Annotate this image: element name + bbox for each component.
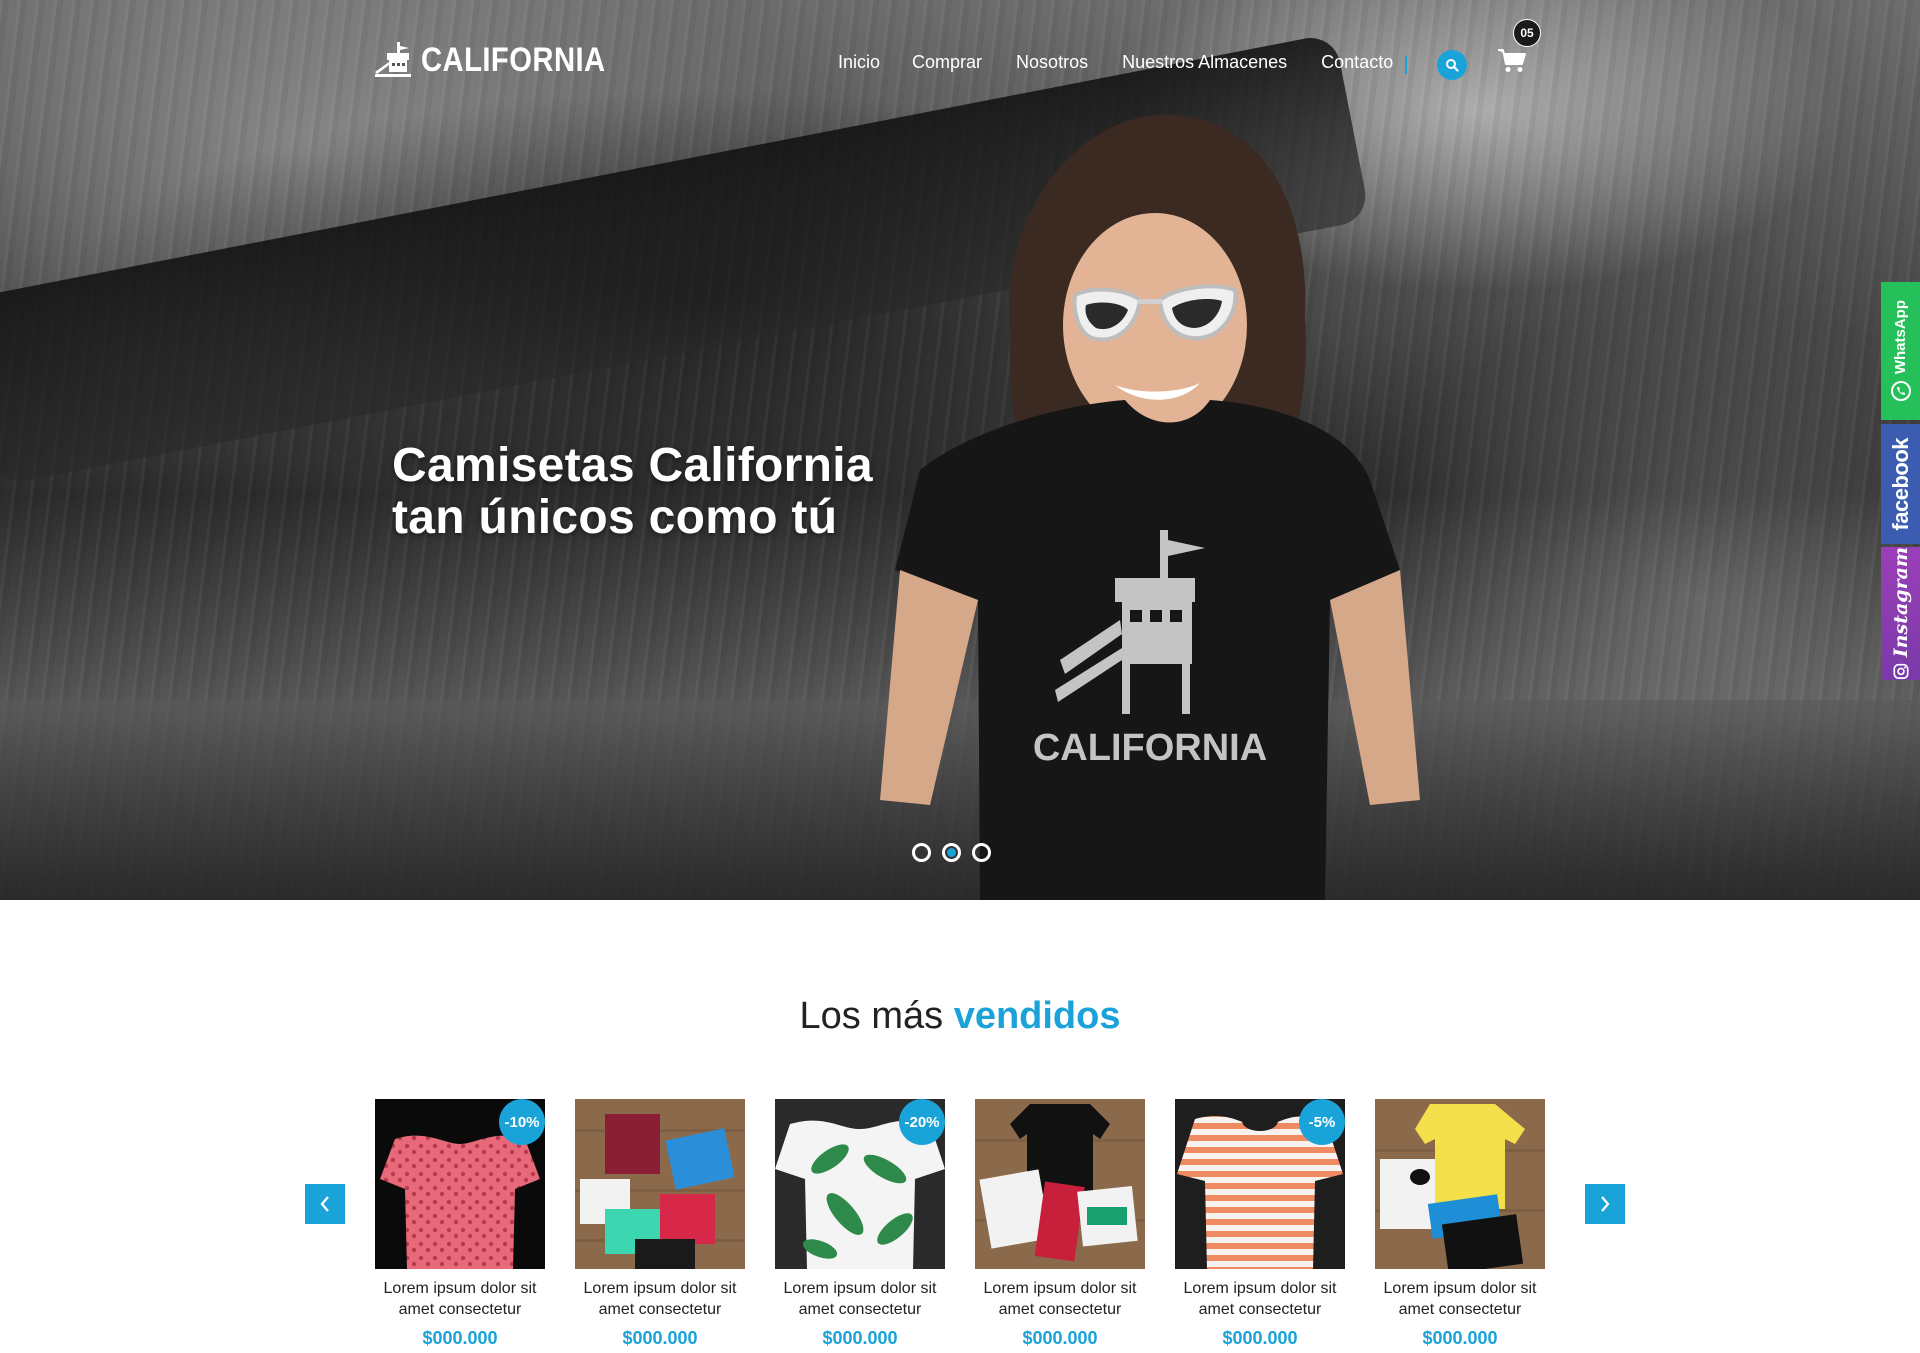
cart-button[interactable] — [1497, 48, 1531, 78]
logo[interactable]: CALIFORNIA — [375, 40, 636, 80]
product-card[interactable]: -20% Lorem ipsum dolor sit amet consecte… — [775, 1099, 945, 1349]
product-price: $000.000 — [622, 1328, 698, 1348]
facebook-label: facebook — [1887, 437, 1913, 531]
product-image[interactable] — [1375, 1099, 1545, 1269]
slider-dot-3[interactable] — [972, 843, 991, 862]
carousel-prev-button[interactable] — [305, 1184, 345, 1224]
chevron-left-icon — [320, 1196, 329, 1212]
product-name[interactable]: Lorem ipsum dolor sit amet consectetur — [775, 1278, 945, 1320]
nav-link-contacto[interactable]: Contacto — [1321, 52, 1393, 73]
nav-link-almacenes[interactable]: Nuestros Almacenes — [1122, 52, 1287, 73]
product-card[interactable]: Lorem ipsum dolor sit amet consectetur $… — [575, 1099, 745, 1349]
instagram-icon — [1892, 664, 1909, 680]
cart-icon — [1498, 49, 1526, 72]
carousel-next-button[interactable] — [1585, 1184, 1625, 1224]
discount-badge: -20% — [899, 1099, 945, 1145]
hero-model-image: CALIFORNIA — [880, 114, 1420, 900]
hero-title-line2: tan únicos como tú — [392, 491, 838, 544]
chevron-right-icon — [1601, 1196, 1610, 1212]
hero-title-line1: Camisetas California — [392, 439, 873, 492]
facebook-tab[interactable]: facebook — [1881, 424, 1920, 544]
product-name[interactable]: Lorem ipsum dolor sit amet consectetur — [975, 1278, 1145, 1320]
product-name[interactable]: Lorem ipsum dolor sit amet consectetur — [375, 1278, 545, 1320]
product-card[interactable]: -10% Lorem ipsum dolor sit amet consecte… — [375, 1099, 545, 1349]
whatsapp-icon — [1890, 381, 1911, 402]
best-sellers-title: Los más vendidos — [0, 995, 1920, 1038]
hero-slider: CALIFORNIA Camisetas California tan únic… — [0, 0, 1920, 900]
nav-link-comprar[interactable]: Comprar — [912, 52, 982, 73]
lifeguard-tower-icon — [375, 42, 411, 77]
discount-badge: -10% — [499, 1099, 545, 1145]
slider-dots — [912, 843, 991, 862]
slider-dot-1[interactable] — [912, 843, 931, 862]
best-sellers-title-accent: vendidos — [953, 995, 1121, 1037]
product-image[interactable]: -20% — [775, 1099, 945, 1269]
product-card[interactable]: -5% Lorem ipsum dolor sit amet consectet… — [1175, 1099, 1345, 1349]
cart-count-badge: 05 — [1513, 19, 1541, 47]
product-name[interactable]: Lorem ipsum dolor sit amet consectetur — [1175, 1278, 1345, 1320]
product-name[interactable]: Lorem ipsum dolor sit amet consectetur — [1375, 1278, 1545, 1320]
product-price: $000.000 — [1222, 1328, 1298, 1348]
product-image[interactable]: -10% — [375, 1099, 545, 1269]
product-card[interactable]: Lorem ipsum dolor sit amet consectetur $… — [975, 1099, 1145, 1349]
product-name[interactable]: Lorem ipsum dolor sit amet consectetur — [575, 1278, 745, 1320]
hero-title: Camisetas California tan únicos como tú — [392, 440, 873, 544]
shirt-print-text: CALIFORNIA — [1033, 727, 1267, 769]
nav-link-nosotros[interactable]: Nosotros — [1016, 52, 1088, 73]
product-price: $000.000 — [1022, 1328, 1098, 1348]
whatsapp-tab[interactable]: WhatsApp — [1881, 282, 1920, 420]
product-price: $000.000 — [1422, 1328, 1498, 1348]
instagram-label: Instagram — [1889, 547, 1912, 658]
nav-link-inicio[interactable]: Inicio — [838, 52, 880, 73]
main-nav: Inicio Comprar Nosotros Nuestros Almacen… — [838, 52, 1427, 73]
product-card[interactable]: Lorem ipsum dolor sit amet consectetur $… — [1375, 1099, 1545, 1349]
nav-divider — [1405, 56, 1407, 74]
product-image[interactable] — [575, 1099, 745, 1269]
search-icon — [1446, 59, 1459, 72]
product-price: $000.000 — [422, 1328, 498, 1348]
product-image[interactable] — [975, 1099, 1145, 1269]
product-price: $000.000 — [822, 1328, 898, 1348]
product-image[interactable]: -5% — [1175, 1099, 1345, 1269]
discount-badge: -5% — [1299, 1099, 1345, 1145]
instagram-tab[interactable]: Instagram — [1881, 547, 1920, 680]
best-sellers-title-plain: Los más — [799, 995, 944, 1037]
whatsapp-label: WhatsApp — [1892, 299, 1909, 375]
logo-text: CALIFORNIA — [421, 40, 606, 79]
search-button[interactable] — [1437, 50, 1467, 80]
slider-dot-2[interactable] — [942, 843, 961, 862]
